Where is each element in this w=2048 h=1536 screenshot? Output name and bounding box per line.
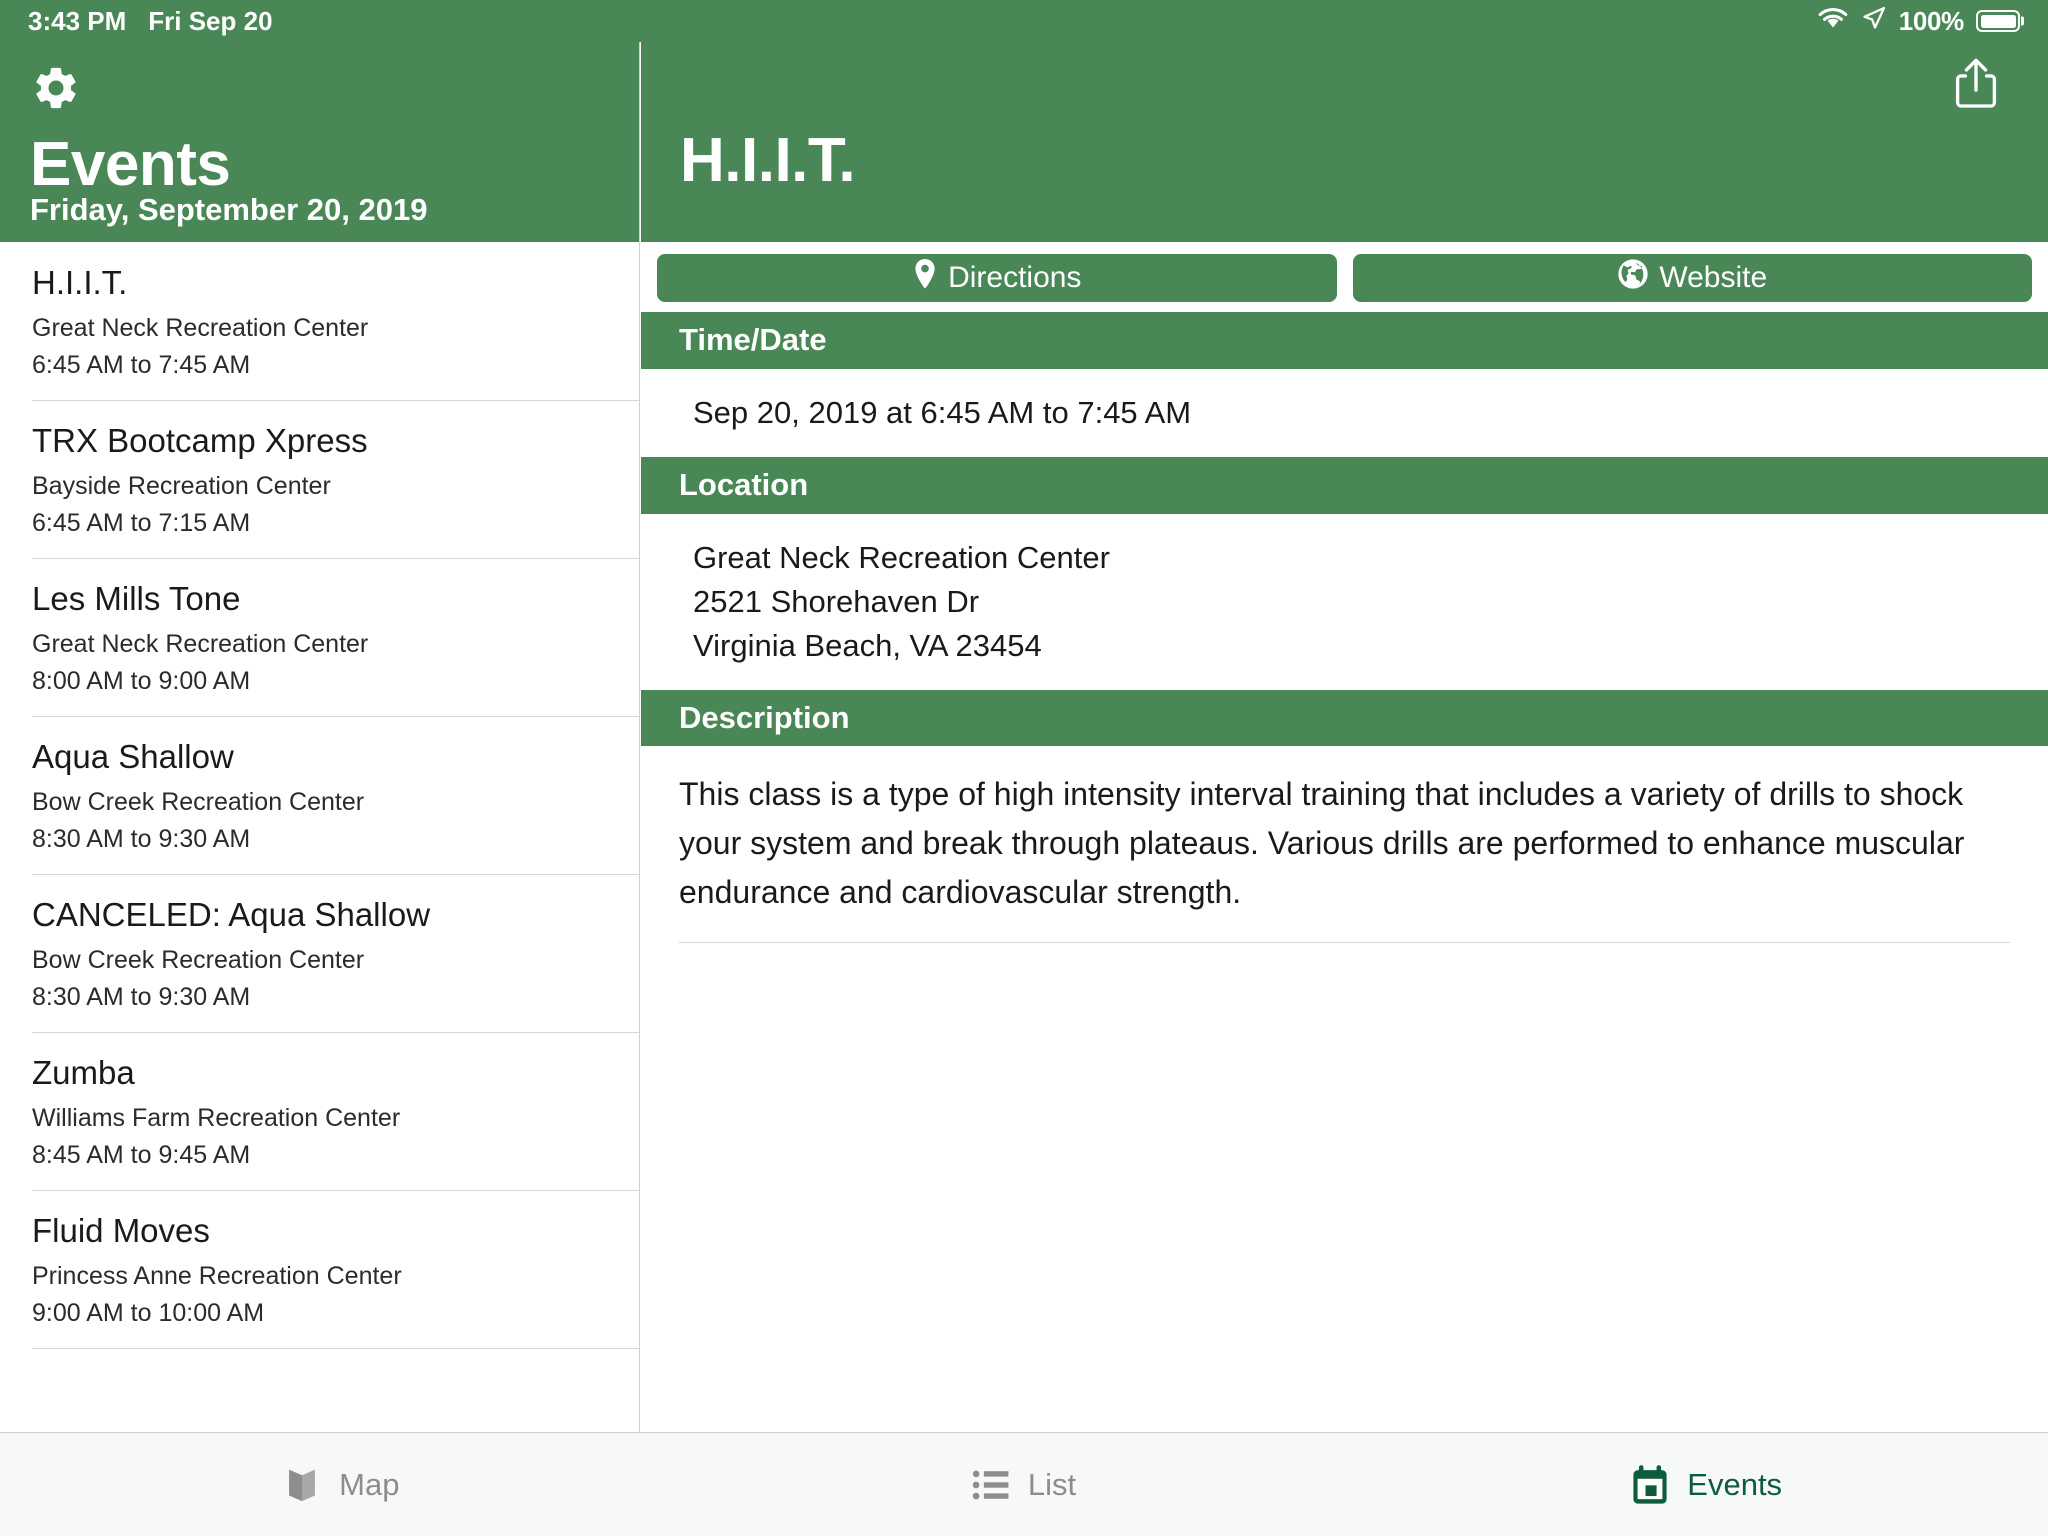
event-time: 8:30 AM to 9:30 AM	[32, 982, 251, 1011]
date-section-header: Friday, September 20, 2019	[30, 192, 428, 227]
event-location: Princess Anne Recreation Center	[32, 1261, 402, 1290]
tab-events[interactable]: Events	[1365, 1464, 2048, 1506]
bottom-tab-bar: Map List Events	[0, 1432, 2048, 1536]
event-list-item[interactable]: TRX Bootcamp Xpress Bayside Recreation Ce…	[0, 399, 639, 558]
tab-map[interactable]: Map	[0, 1464, 683, 1506]
event-time: 8:00 AM to 9:00 AM	[32, 666, 251, 695]
event-list-item[interactable]: Fluid Moves Princess Anne Recreation Cent…	[0, 1189, 639, 1348]
list-icon	[972, 1468, 1010, 1502]
tab-list[interactable]: List	[683, 1467, 1366, 1503]
event-location: Bow Creek Recreation Center	[32, 787, 365, 816]
event-location: Williams Farm Recreation Center	[32, 1103, 401, 1132]
event-title: Zumba	[32, 1053, 135, 1091]
website-button[interactable]: Website	[1352, 254, 2032, 302]
location-section-body: Great Neck Recreation Center 2521 Shoreh…	[641, 514, 2048, 690]
map-pin-icon	[912, 258, 938, 298]
status-bar: 3:43 PM Fri Sep 20 100%	[0, 0, 2048, 42]
description-text: This class is a type of high intensity i…	[679, 776, 1965, 910]
event-title: CANCELED: Aqua Shallow	[32, 895, 431, 933]
event-location: Great Neck Recreation Center	[32, 629, 369, 658]
event-detail-panel: H.I.I.T. Directions Website Time/Date Se…	[641, 0, 2048, 1432]
description-section-header: Description	[641, 689, 2048, 747]
event-time: 6:45 AM to 7:15 AM	[32, 508, 251, 537]
event-title: Aqua Shallow	[32, 737, 234, 775]
status-bar-left: 3:43 PM Fri Sep 20	[28, 6, 273, 37]
website-button-label: Website	[1659, 261, 1768, 294]
wifi-icon	[1817, 6, 1849, 37]
event-title: TRX Bootcamp Xpress	[32, 421, 368, 459]
timedate-section-header: Time/Date	[641, 312, 2048, 369]
events-sidebar: Events Friday, September 20, 2019 H.I.I.…	[0, 0, 640, 1432]
description-divider	[679, 942, 2010, 944]
location-arrow-icon	[1861, 5, 1887, 38]
tab-events-label: Events	[1687, 1466, 1783, 1502]
tab-map-label: Map	[339, 1466, 400, 1502]
status-date: Fri Sep 20	[148, 5, 273, 36]
event-title: H.I.I.T.	[32, 264, 128, 301]
event-list-item[interactable]: Zumba Williams Farm Recreation Center 8:45…	[0, 1031, 639, 1190]
location-line: Great Neck Recreation Center	[693, 539, 1110, 575]
event-time: 6:45 AM to 7:45 AM	[32, 350, 251, 379]
event-title: Les Mills Tone	[32, 579, 241, 617]
directions-button[interactable]: Directions	[657, 254, 1337, 302]
battery-full-icon	[1976, 10, 2020, 32]
detail-title: H.I.I.T.	[680, 126, 856, 195]
description-section-body: This class is a type of high intensity i…	[641, 746, 2048, 916]
event-time: 8:45 AM to 9:45 AM	[32, 1140, 251, 1169]
gear-icon[interactable]	[28, 60, 84, 116]
action-button-bar: Directions Website	[641, 242, 2048, 312]
event-list-item[interactable]: CANCELED: Aqua Shallow Bow Creek Recreati…	[0, 873, 639, 1032]
page-title: Events	[30, 130, 231, 199]
calendar-icon	[1631, 1464, 1669, 1506]
status-time: 3:43 PM	[28, 5, 127, 36]
app-root: 3:43 PM Fri Sep 20 100% Events Friday, S…	[0, 0, 2048, 1536]
event-list-item[interactable]: Aqua Shallow Bow Creek Recreation Center 8…	[0, 715, 639, 874]
event-location: Bayside Recreation Center	[32, 471, 331, 500]
tab-list-label: List	[1027, 1466, 1077, 1502]
event-title: Fluid Moves	[32, 1211, 210, 1249]
event-list-item[interactable]: H.I.I.T. Great Neck Recreation Center 6:45…	[0, 242, 639, 400]
status-bar-right: 100%	[1817, 5, 2020, 38]
event-list[interactable]: H.I.I.T. Great Neck Recreation Center 6:45…	[0, 242, 639, 1432]
location-section-header: Location	[641, 456, 2048, 514]
event-location: Great Neck Recreation Center	[32, 313, 369, 342]
battery-percent: 100%	[1898, 5, 1965, 36]
globe-icon	[1617, 258, 1649, 298]
timedate-section-body: Sep 20, 2019 at 6:45 AM to 7:45 AM	[641, 369, 2048, 457]
list-end-divider	[0, 1347, 639, 1364]
directions-button-label: Directions	[948, 261, 1082, 294]
event-list-item[interactable]: Les Mills Tone Great Neck Recreation Cent…	[0, 557, 639, 716]
location-line: Virginia Beach, VA 23454	[693, 627, 1042, 663]
map-icon	[283, 1464, 321, 1506]
event-time: 9:00 AM to 10:00 AM	[32, 1298, 265, 1327]
timedate-value: Sep 20, 2019 at 6:45 AM to 7:45 AM	[693, 394, 1192, 430]
location-line: 2521 Shorehaven Dr	[693, 583, 980, 619]
event-time: 8:30 AM to 9:30 AM	[32, 824, 251, 853]
share-icon[interactable]	[1948, 52, 2004, 114]
event-location: Bow Creek Recreation Center	[32, 945, 365, 974]
